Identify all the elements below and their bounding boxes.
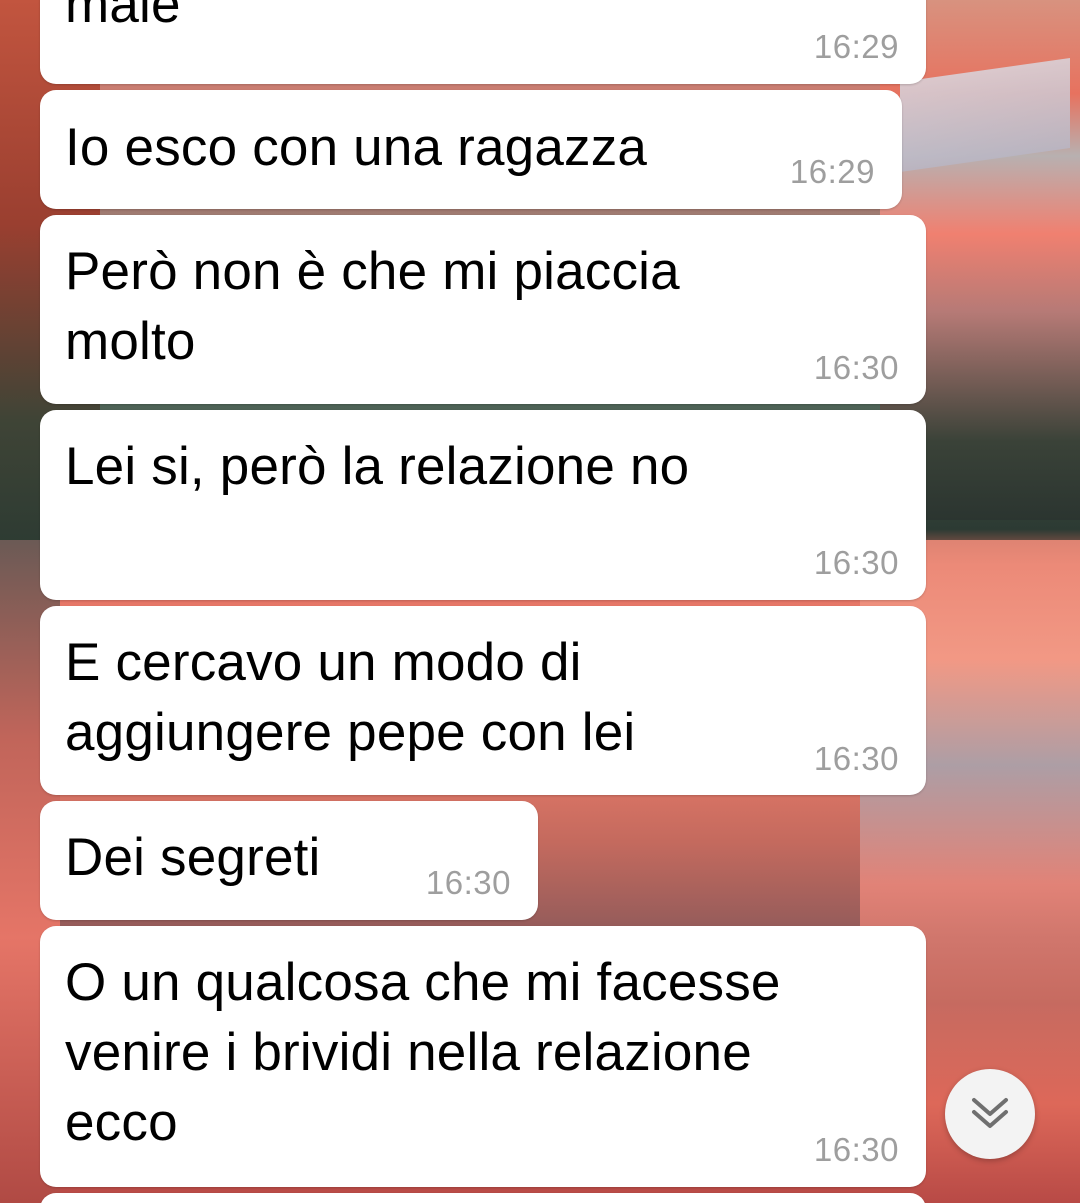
message-time: 16:30 — [813, 1131, 899, 1168]
double-chevron-down-icon — [972, 1098, 1008, 1128]
message-time: 16:30 — [813, 349, 899, 386]
message-bubble[interactable]: male 16:29 — [40, 0, 926, 84]
message-time: 16:30 — [813, 740, 899, 777]
message-list[interactable]: male 16:29 Io esco con una ragazza 16:29… — [0, 0, 1080, 1203]
message-bubble-partial[interactable] — [40, 1193, 926, 1203]
message-bubble[interactable]: E cercavo un modo di aggiungere pepe con… — [40, 606, 926, 795]
message-bubble[interactable]: O un qualcosa che mi facesse venire i br… — [40, 926, 926, 1187]
message-text: O un qualcosa che mi facesse venire i br… — [65, 953, 781, 1152]
message-text: E cercavo un modo di aggiungere pepe con… — [65, 633, 636, 762]
message-text: male — [65, 0, 181, 34]
message-text: Però non è che mi piaccia molto — [65, 242, 680, 371]
message-time: 16:29 — [789, 153, 875, 190]
message-time: 16:29 — [813, 28, 899, 65]
message-bubble[interactable]: Lei si, però la relazione no 16:30 — [40, 410, 926, 600]
message-text: Lei si, però la relazione no — [65, 437, 690, 496]
message-text: Io esco con una ragazza — [65, 118, 648, 177]
message-bubble[interactable]: Però non è che mi piaccia molto 16:30 — [40, 215, 926, 404]
message-time: 16:30 — [813, 544, 899, 581]
message-text: Dei segreti — [65, 828, 321, 887]
message-time: 16:30 — [425, 864, 511, 901]
scroll-to-bottom-button[interactable] — [945, 1069, 1035, 1159]
message-bubble[interactable]: Dei segreti 16:30 — [40, 801, 538, 920]
message-bubble[interactable]: Io esco con una ragazza 16:29 — [40, 90, 902, 209]
